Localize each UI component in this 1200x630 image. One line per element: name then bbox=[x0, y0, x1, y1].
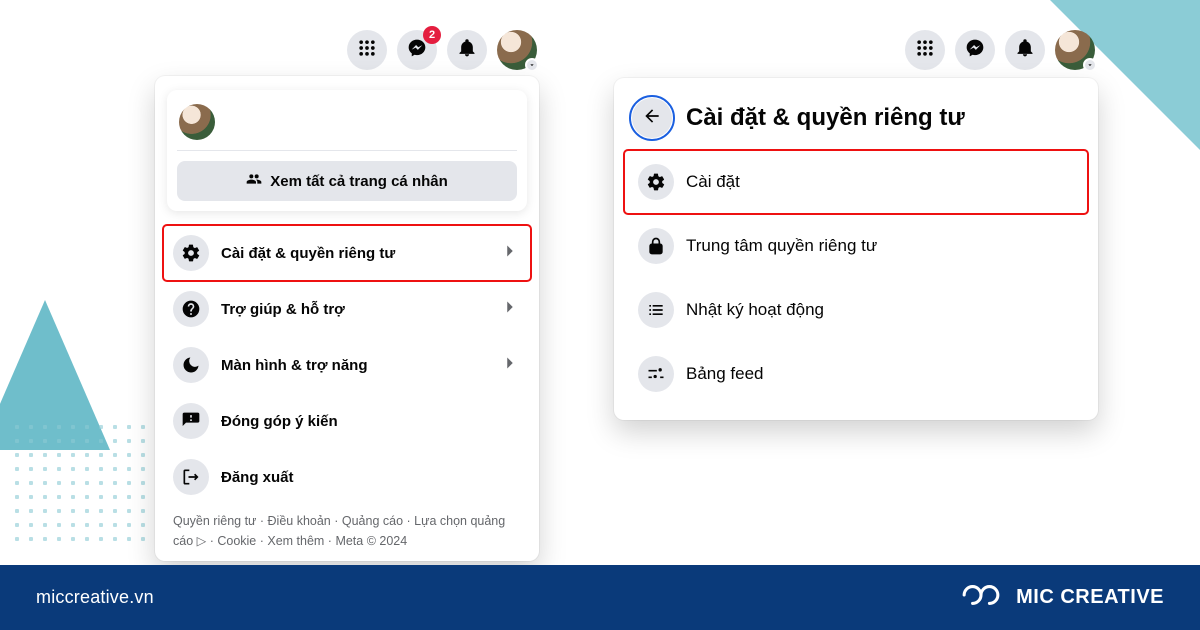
submenu-label: Cài đặt bbox=[686, 172, 1074, 192]
messenger-badge: 2 bbox=[423, 26, 441, 44]
profile-card: Xem tất cả trang cá nhân bbox=[167, 90, 527, 211]
brand-footer-bar: miccreative.vn MIC CREATIVE bbox=[0, 565, 1200, 630]
footer-links: Quyền riêng tư · Điều khoản · Quảng cáo … bbox=[163, 505, 531, 553]
back-button[interactable] bbox=[632, 98, 672, 138]
panel-title: Cài đặt & quyền riêng tư bbox=[686, 104, 965, 132]
brand-name: MIC CREATIVE bbox=[1016, 586, 1164, 609]
bell-icon bbox=[457, 38, 477, 63]
settings-privacy-panel: Cài đặt & quyền riêng tư Cài đặt Trung t… bbox=[614, 78, 1098, 420]
submenu-privacy-center[interactable]: Trung tâm quyền riêng tư bbox=[624, 214, 1088, 278]
account-avatar-button[interactable] bbox=[497, 30, 537, 70]
profile-row[interactable] bbox=[177, 98, 517, 150]
menu-logout[interactable]: Đăng xuất bbox=[163, 449, 531, 505]
chevron-right-icon bbox=[499, 296, 521, 323]
logout-icon bbox=[173, 459, 209, 495]
menu-label: Trợ giúp & hỗ trợ bbox=[221, 301, 487, 318]
submenu-label: Bảng feed bbox=[686, 364, 1074, 384]
chevron-right-icon bbox=[499, 352, 521, 379]
messenger-button[interactable]: 2 bbox=[397, 30, 437, 70]
topnav-left: 2 bbox=[347, 30, 537, 70]
notifications-button[interactable] bbox=[1005, 30, 1045, 70]
account-avatar-button[interactable] bbox=[1055, 30, 1095, 70]
menu-give-feedback[interactable]: Đóng góp ý kiến bbox=[163, 393, 531, 449]
menu-grid-button[interactable] bbox=[347, 30, 387, 70]
see-all-profiles-label: Xem tất cả trang cá nhân bbox=[270, 173, 448, 190]
brand-block: MIC CREATIVE bbox=[958, 580, 1164, 615]
help-icon bbox=[173, 291, 209, 327]
see-all-profiles-button[interactable]: Xem tất cả trang cá nhân bbox=[177, 161, 517, 201]
messenger-icon bbox=[965, 38, 985, 63]
menu-help-support[interactable]: Trợ giúp & hỗ trợ bbox=[163, 281, 531, 337]
chevron-down-icon bbox=[525, 58, 539, 72]
submenu-activity-log[interactable]: Nhật ký hoạt động bbox=[624, 278, 1088, 342]
divider bbox=[177, 150, 517, 151]
submenu-label: Nhật ký hoạt động bbox=[686, 300, 1074, 320]
brand-logo-icon bbox=[958, 580, 1004, 615]
grid-icon bbox=[915, 38, 935, 63]
panel-header: Cài đặt & quyền riêng tư bbox=[624, 92, 1088, 150]
lock-icon bbox=[638, 228, 674, 264]
sliders-icon bbox=[638, 356, 674, 392]
people-icon bbox=[246, 171, 262, 191]
arrow-left-icon bbox=[642, 106, 662, 131]
submenu-settings[interactable]: Cài đặt bbox=[624, 150, 1088, 214]
account-menu-panel: Xem tất cả trang cá nhân Cài đặt & quyền… bbox=[155, 76, 539, 561]
chevron-down-icon bbox=[1083, 58, 1097, 72]
profile-avatar bbox=[179, 104, 215, 140]
menu-settings-privacy[interactable]: Cài đặt & quyền riêng tư bbox=[163, 225, 531, 281]
list-icon bbox=[638, 292, 674, 328]
menu-display-accessibility[interactable]: Màn hình & trợ năng bbox=[163, 337, 531, 393]
messenger-button[interactable] bbox=[955, 30, 995, 70]
gear-icon bbox=[638, 164, 674, 200]
submenu-feed-settings[interactable]: Bảng feed bbox=[624, 342, 1088, 406]
chevron-right-icon bbox=[499, 240, 521, 267]
feedback-icon bbox=[173, 403, 209, 439]
site-url: miccreative.vn bbox=[36, 587, 154, 608]
gear-icon bbox=[173, 235, 209, 271]
menu-label: Màn hình & trợ năng bbox=[221, 357, 487, 374]
menu-label: Cài đặt & quyền riêng tư bbox=[221, 245, 487, 262]
grid-icon bbox=[357, 38, 377, 63]
topnav-right bbox=[905, 30, 1095, 70]
messenger-icon bbox=[407, 38, 427, 63]
submenu-label: Trung tâm quyền riêng tư bbox=[686, 236, 1074, 256]
menu-label: Đóng góp ý kiến bbox=[221, 413, 521, 430]
bell-icon bbox=[1015, 38, 1035, 63]
menu-label: Đăng xuất bbox=[221, 469, 521, 486]
notifications-button[interactable] bbox=[447, 30, 487, 70]
menu-grid-button[interactable] bbox=[905, 30, 945, 70]
moon-icon bbox=[173, 347, 209, 383]
